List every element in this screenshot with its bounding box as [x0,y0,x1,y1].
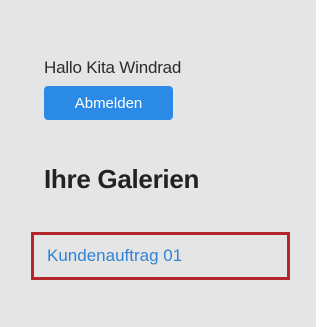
sidebar-panel: Hallo Kita Windrad Abmelden Ihre Galerie… [0,0,316,327]
gallery-link-kundenauftrag-01[interactable]: Kundenauftrag 01 [47,246,182,266]
gallery-list-item[interactable]: Kundenauftrag 01 [31,232,290,280]
user-greeting: Hallo Kita Windrad [44,58,182,77]
logout-button[interactable]: Abmelden [44,86,173,120]
galleries-heading: Ihre Galerien [44,164,200,194]
